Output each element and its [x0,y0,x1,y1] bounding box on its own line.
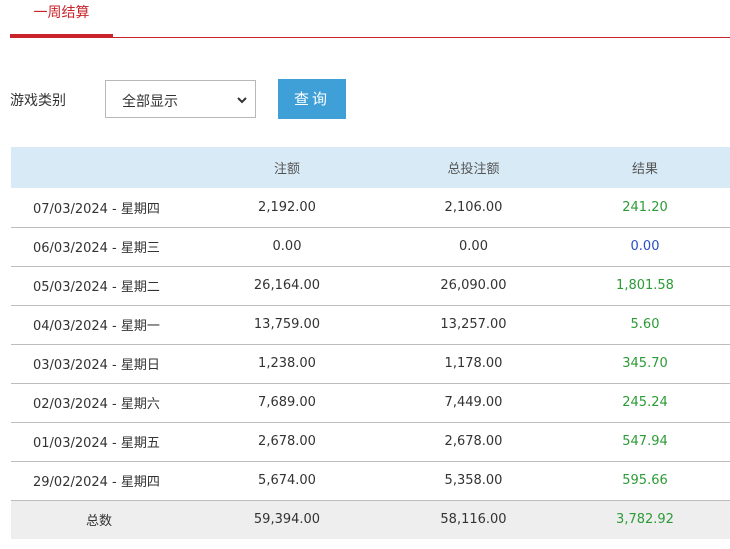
cell-bet: 7,689.00 [187,383,387,423]
total-total-bet: 58,116.00 [440,512,507,528]
cell-date: 03/03/2024 - 星期日 [11,344,187,384]
cell-date: 06/03/2024 - 星期三 [11,227,187,267]
table-row: 06/03/2024 - 星期三 0.00 0.00 0.00 [11,227,730,267]
table-row: 03/03/2024 - 星期日 1,238.00 1,178.00 345.7… [11,344,730,384]
cell-total-bet: 2,678.00 [387,422,560,462]
table-row: 02/03/2024 - 星期六 7,689.00 7,449.00 245.2… [11,383,730,423]
cell-result: 595.66 [560,461,730,501]
cell-result: 547.94 [560,422,730,462]
header-bet: 注额 [273,162,300,177]
cell-result: 241.20 [560,188,730,228]
select-value: 全部显示 [122,94,178,110]
header-total-bet: 总投注额 [447,162,500,177]
cell-date: 01/03/2024 - 星期五 [11,422,187,462]
tab-weekly-settlement[interactable]: 一周结算 [10,0,113,37]
cell-date: 07/03/2024 - 星期四 [11,188,187,228]
cell-result: 0.00 [560,227,730,267]
game-category-label: 游戏类别 [10,93,66,109]
table-row: 05/03/2024 - 星期二 26,164.00 26,090.00 1,8… [11,266,730,306]
cell-result: 1,801.58 [560,266,730,306]
cell-bet: 1,238.00 [187,344,387,384]
total-result: 3,782.92 [616,512,674,528]
cell-total-bet: 13,257.00 [387,305,560,345]
game-category-select[interactable]: 全部显示 [105,80,256,118]
cell-result: 245.24 [560,383,730,423]
cell-bet: 26,164.00 [187,266,387,306]
settlement-table: 注额 总投注额 结果 07/03/2024 - 星期四 2,192.00 2,1… [11,147,730,539]
cell-result: 345.70 [560,344,730,384]
cell-total-bet: 5,358.00 [387,461,560,501]
table-header-row: 注额 总投注额 结果 [11,147,730,188]
cell-total-bet: 1,178.00 [387,344,560,384]
cell-bet: 2,678.00 [187,422,387,462]
table-row: 29/02/2024 - 星期四 5,674.00 5,358.00 595.6… [11,461,730,501]
tab-bar: 一周结算 [10,0,730,38]
header-date [11,147,187,188]
cell-bet: 0.00 [187,227,387,267]
cell-total-bet: 0.00 [387,227,560,267]
header-result: 结果 [631,162,658,177]
cell-bet: 5,674.00 [187,461,387,501]
cell-result: 5.60 [560,305,730,345]
cell-bet: 2,192.00 [187,188,387,228]
cell-date: 04/03/2024 - 星期一 [11,305,187,345]
table-row: 04/03/2024 - 星期一 13,759.00 13,257.00 5.6… [11,305,730,345]
cell-date: 05/03/2024 - 星期二 [11,266,187,306]
query-button[interactable]: 查询 [278,79,346,119]
table-row: 01/03/2024 - 星期五 2,678.00 2,678.00 547.9… [11,422,730,462]
table-total-row: 总数 59,394.00 58,116.00 3,782.92 [11,500,730,539]
chevron-down-icon [237,97,247,104]
cell-date: 02/03/2024 - 星期六 [11,383,187,423]
total-bet: 59,394.00 [253,512,321,528]
cell-total-bet: 7,449.00 [387,383,560,423]
cell-bet: 13,759.00 [187,305,387,345]
cell-total-bet: 26,090.00 [387,266,560,306]
table-row: 07/03/2024 - 星期四 2,192.00 2,106.00 241.2… [11,188,730,228]
cell-total-bet: 2,106.00 [387,188,560,228]
cell-date: 29/02/2024 - 星期四 [11,461,187,501]
total-label: 总数 [85,514,112,530]
